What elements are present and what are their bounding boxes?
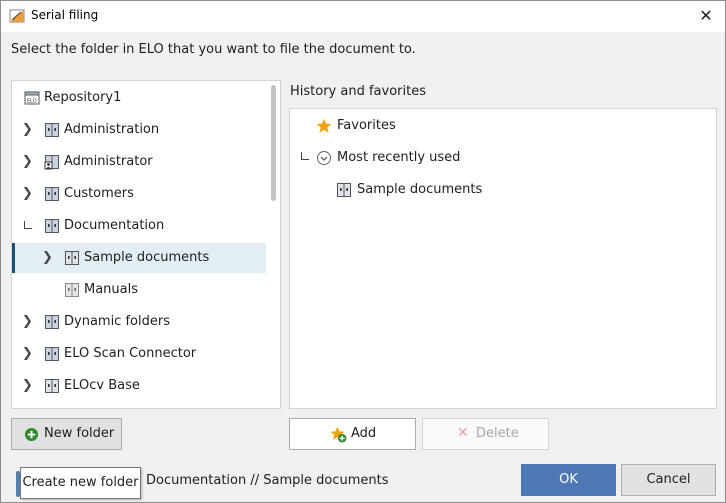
ok-button[interactable]: OK	[521, 464, 616, 496]
tree-item-manuals[interactable]: Manuals	[12, 276, 266, 304]
instruction-text: Select the folder in ELO that you want t…	[11, 42, 416, 57]
chevron-right-icon[interactable]: ❯	[22, 315, 33, 329]
user-cabinet-icon	[44, 155, 59, 170]
tree-item-label: Administration	[64, 122, 160, 137]
tree-item-sample-documents[interactable]: ❯ Sample documents	[12, 243, 266, 273]
new-folder-label[interactable]: New folder	[44, 426, 114, 441]
close-button[interactable]: ✕	[693, 4, 719, 28]
tree-item-label: Sample documents	[84, 250, 210, 265]
tree-scrollbar[interactable]	[271, 85, 276, 201]
folder-icon	[65, 251, 79, 265]
clock-icon	[317, 151, 331, 165]
repository-icon: ELO	[24, 91, 40, 105]
chevron-right-icon[interactable]: ❯	[22, 347, 33, 361]
repository-tree[interactable]: ELO Repository1 ❯ Administration ❯ Admin…	[11, 80, 281, 409]
svg-text:ELO: ELO	[27, 99, 37, 105]
delete-icon: ✕	[457, 425, 469, 441]
target-path: Documentation // Sample documents	[146, 473, 389, 488]
new-folder-button[interactable]: New folder	[11, 418, 122, 450]
tree-item-elo-scan-connector[interactable]: ❯ ELO Scan Connector	[12, 340, 266, 368]
favorites-label: Favorites	[337, 118, 396, 133]
tree-item-customers[interactable]: ❯ Customers	[12, 180, 266, 208]
tree-item-dynamic-folders[interactable]: ❯ Dynamic folders	[12, 308, 266, 336]
cabinet-icon	[45, 187, 59, 201]
tree-item-label: Documentation	[64, 218, 165, 233]
add-label[interactable]: Add	[351, 426, 376, 441]
delete-button[interactable]: ✕ Delete	[422, 418, 549, 450]
tree-item-label: Customers	[64, 186, 134, 201]
chevron-right-icon[interactable]: ❯	[22, 187, 33, 201]
favorites-node[interactable]: Favorites	[314, 117, 514, 137]
chevron-right-icon[interactable]: ❯	[22, 155, 33, 169]
folder-icon	[45, 379, 59, 393]
expanded-icon[interactable]	[301, 152, 309, 160]
tree-item-label: ELOcv Base	[64, 378, 140, 393]
chevron-right-icon[interactable]: ❯	[22, 379, 33, 393]
tree-item-label: ELO Scan Connector	[64, 346, 197, 361]
history-panel[interactable]: Favorites Most recently used Sample docu…	[289, 108, 717, 409]
chevron-right-icon[interactable]: ❯	[42, 251, 53, 265]
serial-filing-dialog: Serial filing ✕ Select the folder in ELO…	[0, 0, 726, 503]
star-icon	[316, 118, 332, 133]
delete-label[interactable]: Delete	[476, 426, 519, 441]
cabinet-icon	[45, 219, 59, 233]
history-heading: History and favorites	[290, 84, 426, 99]
cabinet-icon	[45, 347, 59, 361]
add-favorite-icon	[330, 426, 347, 443]
recent-item[interactable]: Sample documents	[336, 181, 536, 201]
add-circle-icon	[24, 427, 39, 442]
folder-icon	[65, 283, 79, 297]
tree-item-administration[interactable]: ❯ Administration	[12, 116, 266, 144]
cabinet-icon	[45, 315, 59, 329]
cabinet-icon	[45, 123, 59, 137]
close-icon[interactable]: ✕	[699, 6, 712, 25]
recent-node[interactable]: Most recently used	[298, 149, 558, 169]
tree-item-label: Administrator	[64, 154, 153, 169]
tree-item-elocv-base[interactable]: ❯ ELOcv Base	[12, 372, 266, 400]
tree-item-documentation[interactable]: Documentation	[12, 212, 266, 240]
tree-root-label: Repository1	[44, 90, 122, 105]
recent-item-label: Sample documents	[357, 182, 483, 197]
expanded-icon[interactable]	[24, 221, 32, 229]
tree-root[interactable]: ELO Repository1	[12, 84, 266, 112]
tree-item-label: Dynamic folders	[64, 314, 170, 329]
chevron-right-icon[interactable]: ❯	[22, 123, 33, 137]
app-icon	[9, 9, 25, 23]
tree-item-label: Manuals	[84, 282, 139, 297]
add-button[interactable]: Add	[289, 418, 416, 450]
recent-label: Most recently used	[337, 150, 461, 165]
cancel-button[interactable]: Cancel	[621, 464, 716, 496]
dialog-title: Serial filing	[31, 8, 99, 22]
tree-item-administrator[interactable]: ❯ Administrator	[12, 148, 266, 176]
folder-icon	[337, 183, 351, 197]
tooltip: Create new folder	[20, 467, 141, 499]
title-bar: Serial filing ✕	[1, 1, 725, 32]
selection-indicator	[12, 243, 15, 273]
